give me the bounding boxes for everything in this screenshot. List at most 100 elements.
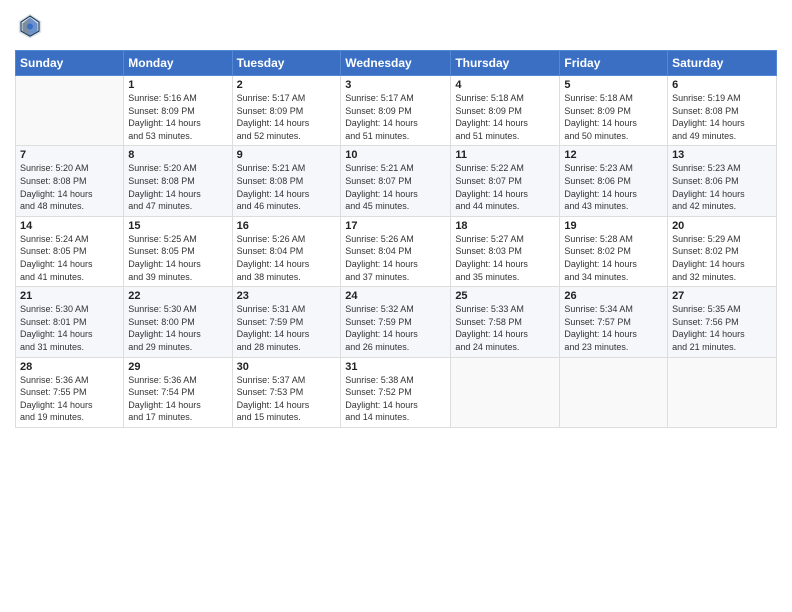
- day-info: Sunrise: 5:18 AM Sunset: 8:09 PM Dayligh…: [564, 92, 663, 142]
- day-info: Sunrise: 5:30 AM Sunset: 8:01 PM Dayligh…: [20, 303, 119, 353]
- day-info: Sunrise: 5:28 AM Sunset: 8:02 PM Dayligh…: [564, 233, 663, 283]
- day-number: 24: [345, 290, 446, 302]
- day-number: 23: [237, 290, 337, 302]
- calendar-cell: 21Sunrise: 5:30 AM Sunset: 8:01 PM Dayli…: [16, 287, 124, 357]
- calendar-cell: 27Sunrise: 5:35 AM Sunset: 7:56 PM Dayli…: [668, 287, 777, 357]
- calendar-cell: [560, 357, 668, 427]
- day-info: Sunrise: 5:27 AM Sunset: 8:03 PM Dayligh…: [455, 233, 555, 283]
- calendar-cell: 14Sunrise: 5:24 AM Sunset: 8:05 PM Dayli…: [16, 216, 124, 286]
- day-info: Sunrise: 5:24 AM Sunset: 8:05 PM Dayligh…: [20, 233, 119, 283]
- day-number: 26: [564, 290, 663, 302]
- weekday-header-monday: Monday: [124, 51, 232, 76]
- calendar-cell: 5Sunrise: 5:18 AM Sunset: 8:09 PM Daylig…: [560, 76, 668, 146]
- calendar-cell: 12Sunrise: 5:23 AM Sunset: 8:06 PM Dayli…: [560, 146, 668, 216]
- day-info: Sunrise: 5:23 AM Sunset: 8:06 PM Dayligh…: [564, 162, 663, 212]
- calendar-week-2: 14Sunrise: 5:24 AM Sunset: 8:05 PM Dayli…: [16, 216, 777, 286]
- weekday-header-sunday: Sunday: [16, 51, 124, 76]
- calendar-week-1: 7Sunrise: 5:20 AM Sunset: 8:08 PM Daylig…: [16, 146, 777, 216]
- day-number: 13: [672, 149, 772, 161]
- day-number: 1: [128, 79, 227, 91]
- weekday-header-wednesday: Wednesday: [341, 51, 451, 76]
- day-info: Sunrise: 5:21 AM Sunset: 8:07 PM Dayligh…: [345, 162, 446, 212]
- day-info: Sunrise: 5:18 AM Sunset: 8:09 PM Dayligh…: [455, 92, 555, 142]
- calendar-cell: 22Sunrise: 5:30 AM Sunset: 8:00 PM Dayli…: [124, 287, 232, 357]
- day-number: 15: [128, 220, 227, 232]
- calendar-week-3: 21Sunrise: 5:30 AM Sunset: 8:01 PM Dayli…: [16, 287, 777, 357]
- calendar-cell: 25Sunrise: 5:33 AM Sunset: 7:58 PM Dayli…: [451, 287, 560, 357]
- calendar-cell: 26Sunrise: 5:34 AM Sunset: 7:57 PM Dayli…: [560, 287, 668, 357]
- day-info: Sunrise: 5:17 AM Sunset: 8:09 PM Dayligh…: [345, 92, 446, 142]
- day-number: 17: [345, 220, 446, 232]
- day-number: 27: [672, 290, 772, 302]
- header: [15, 10, 777, 40]
- day-info: Sunrise: 5:19 AM Sunset: 8:08 PM Dayligh…: [672, 92, 772, 142]
- calendar-cell: 10Sunrise: 5:21 AM Sunset: 8:07 PM Dayli…: [341, 146, 451, 216]
- calendar-cell: [451, 357, 560, 427]
- day-number: 16: [237, 220, 337, 232]
- day-info: Sunrise: 5:32 AM Sunset: 7:59 PM Dayligh…: [345, 303, 446, 353]
- calendar-cell: 20Sunrise: 5:29 AM Sunset: 8:02 PM Dayli…: [668, 216, 777, 286]
- calendar-cell: 24Sunrise: 5:32 AM Sunset: 7:59 PM Dayli…: [341, 287, 451, 357]
- day-number: 30: [237, 361, 337, 373]
- calendar-cell: 18Sunrise: 5:27 AM Sunset: 8:03 PM Dayli…: [451, 216, 560, 286]
- day-number: 2: [237, 79, 337, 91]
- day-number: 31: [345, 361, 446, 373]
- logo-icon: [15, 10, 45, 40]
- day-number: 8: [128, 149, 227, 161]
- day-info: Sunrise: 5:38 AM Sunset: 7:52 PM Dayligh…: [345, 374, 446, 424]
- day-info: Sunrise: 5:30 AM Sunset: 8:00 PM Dayligh…: [128, 303, 227, 353]
- day-info: Sunrise: 5:20 AM Sunset: 8:08 PM Dayligh…: [20, 162, 119, 212]
- calendar-cell: 16Sunrise: 5:26 AM Sunset: 8:04 PM Dayli…: [232, 216, 341, 286]
- weekday-header-row: SundayMondayTuesdayWednesdayThursdayFrid…: [16, 51, 777, 76]
- weekday-header-tuesday: Tuesday: [232, 51, 341, 76]
- day-info: Sunrise: 5:21 AM Sunset: 8:08 PM Dayligh…: [237, 162, 337, 212]
- day-number: 28: [20, 361, 119, 373]
- logo: [15, 10, 49, 40]
- day-number: 22: [128, 290, 227, 302]
- weekday-header-thursday: Thursday: [451, 51, 560, 76]
- calendar-cell: 15Sunrise: 5:25 AM Sunset: 8:05 PM Dayli…: [124, 216, 232, 286]
- calendar-cell: 23Sunrise: 5:31 AM Sunset: 7:59 PM Dayli…: [232, 287, 341, 357]
- day-info: Sunrise: 5:26 AM Sunset: 8:04 PM Dayligh…: [345, 233, 446, 283]
- calendar-week-4: 28Sunrise: 5:36 AM Sunset: 7:55 PM Dayli…: [16, 357, 777, 427]
- calendar-cell: 29Sunrise: 5:36 AM Sunset: 7:54 PM Dayli…: [124, 357, 232, 427]
- calendar-cell: 30Sunrise: 5:37 AM Sunset: 7:53 PM Dayli…: [232, 357, 341, 427]
- calendar-cell: 13Sunrise: 5:23 AM Sunset: 8:06 PM Dayli…: [668, 146, 777, 216]
- day-info: Sunrise: 5:22 AM Sunset: 8:07 PM Dayligh…: [455, 162, 555, 212]
- day-info: Sunrise: 5:36 AM Sunset: 7:54 PM Dayligh…: [128, 374, 227, 424]
- calendar-cell: 9Sunrise: 5:21 AM Sunset: 8:08 PM Daylig…: [232, 146, 341, 216]
- day-number: 3: [345, 79, 446, 91]
- calendar-cell: 1Sunrise: 5:16 AM Sunset: 8:09 PM Daylig…: [124, 76, 232, 146]
- calendar-cell: [16, 76, 124, 146]
- calendar-cell: 3Sunrise: 5:17 AM Sunset: 8:09 PM Daylig…: [341, 76, 451, 146]
- day-number: 21: [20, 290, 119, 302]
- day-info: Sunrise: 5:29 AM Sunset: 8:02 PM Dayligh…: [672, 233, 772, 283]
- day-info: Sunrise: 5:25 AM Sunset: 8:05 PM Dayligh…: [128, 233, 227, 283]
- day-number: 25: [455, 290, 555, 302]
- day-number: 14: [20, 220, 119, 232]
- day-number: 19: [564, 220, 663, 232]
- weekday-header-saturday: Saturday: [668, 51, 777, 76]
- day-info: Sunrise: 5:37 AM Sunset: 7:53 PM Dayligh…: [237, 374, 337, 424]
- day-info: Sunrise: 5:33 AM Sunset: 7:58 PM Dayligh…: [455, 303, 555, 353]
- day-info: Sunrise: 5:16 AM Sunset: 8:09 PM Dayligh…: [128, 92, 227, 142]
- calendar-page: SundayMondayTuesdayWednesdayThursdayFrid…: [0, 0, 792, 612]
- calendar-cell: 4Sunrise: 5:18 AM Sunset: 8:09 PM Daylig…: [451, 76, 560, 146]
- day-info: Sunrise: 5:34 AM Sunset: 7:57 PM Dayligh…: [564, 303, 663, 353]
- day-info: Sunrise: 5:23 AM Sunset: 8:06 PM Dayligh…: [672, 162, 772, 212]
- day-number: 18: [455, 220, 555, 232]
- day-number: 10: [345, 149, 446, 161]
- calendar-cell: 17Sunrise: 5:26 AM Sunset: 8:04 PM Dayli…: [341, 216, 451, 286]
- day-number: 29: [128, 361, 227, 373]
- day-number: 4: [455, 79, 555, 91]
- calendar-cell: 19Sunrise: 5:28 AM Sunset: 8:02 PM Dayli…: [560, 216, 668, 286]
- calendar-week-0: 1Sunrise: 5:16 AM Sunset: 8:09 PM Daylig…: [16, 76, 777, 146]
- day-info: Sunrise: 5:20 AM Sunset: 8:08 PM Dayligh…: [128, 162, 227, 212]
- calendar-cell: 8Sunrise: 5:20 AM Sunset: 8:08 PM Daylig…: [124, 146, 232, 216]
- calendar-cell: 11Sunrise: 5:22 AM Sunset: 8:07 PM Dayli…: [451, 146, 560, 216]
- day-info: Sunrise: 5:36 AM Sunset: 7:55 PM Dayligh…: [20, 374, 119, 424]
- day-number: 9: [237, 149, 337, 161]
- calendar-cell: 31Sunrise: 5:38 AM Sunset: 7:52 PM Dayli…: [341, 357, 451, 427]
- day-number: 11: [455, 149, 555, 161]
- day-number: 7: [20, 149, 119, 161]
